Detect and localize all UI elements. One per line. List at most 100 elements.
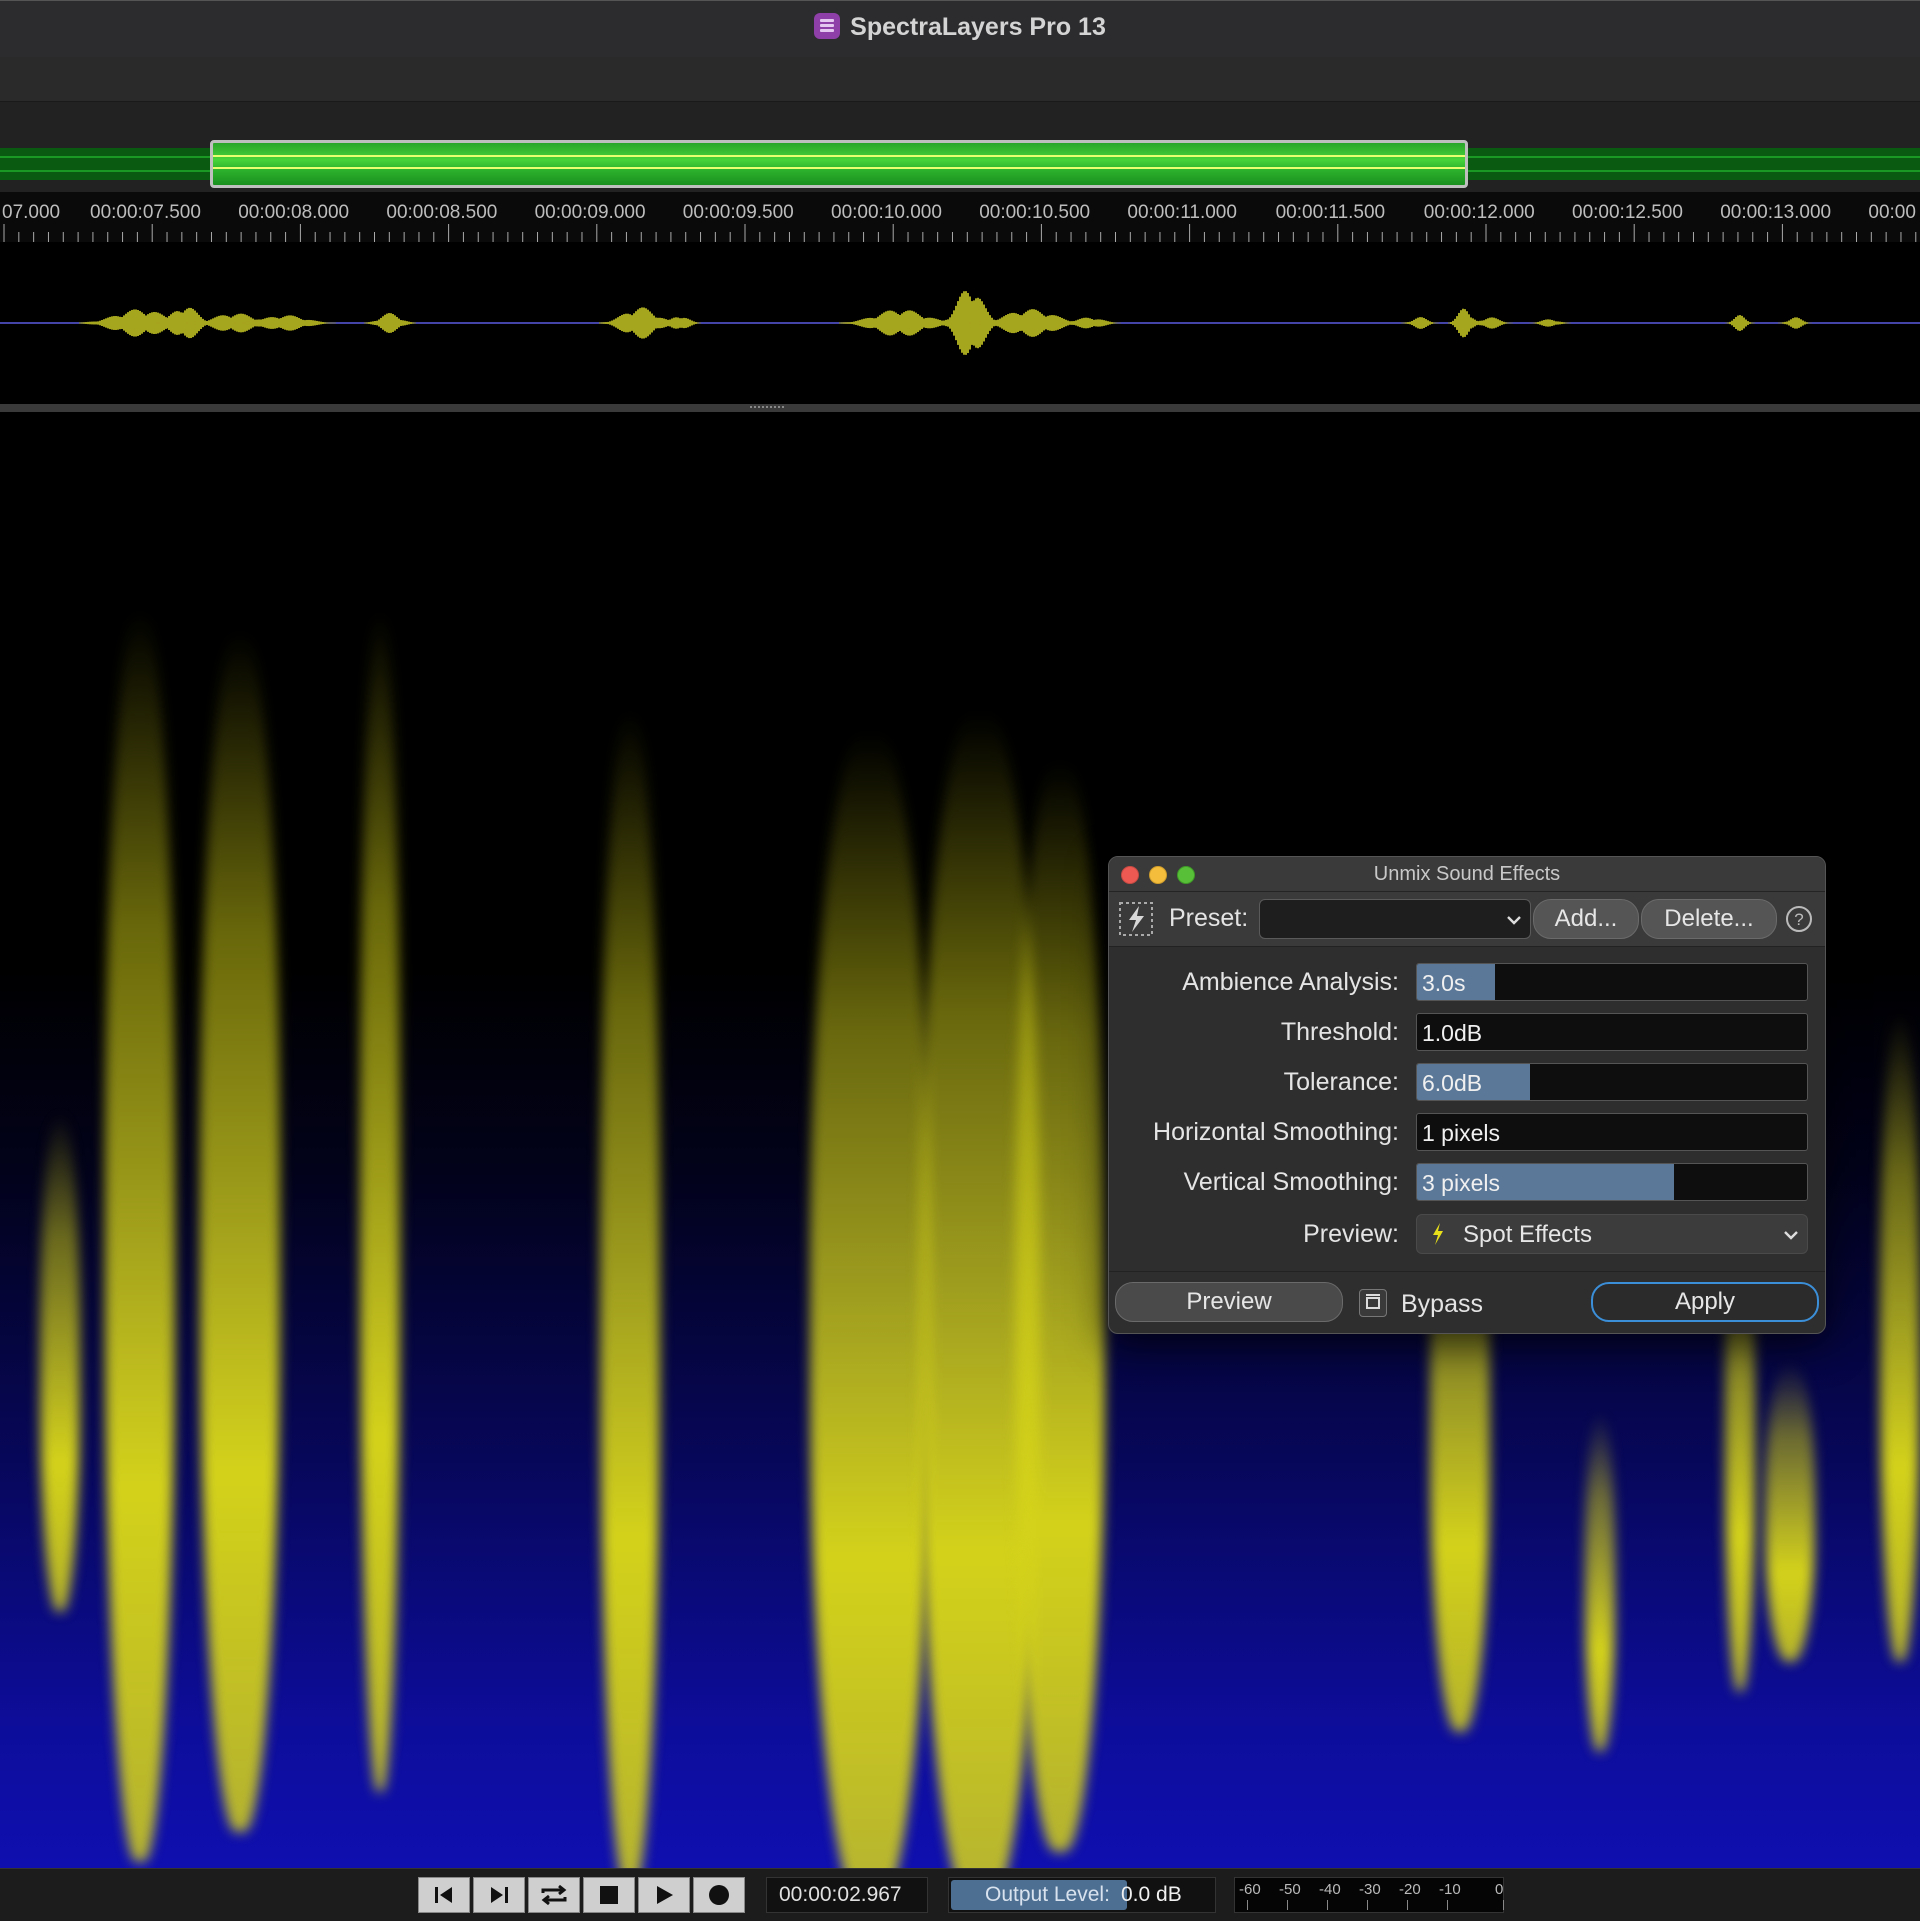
preview-mode-dropdown[interactable]: Spot Effects xyxy=(1416,1214,1808,1254)
tolerance-value: 6.0dB xyxy=(1422,1070,1483,1096)
ruler-label: 00:00:11.500 xyxy=(1275,202,1386,223)
meter-scale-label: -40 xyxy=(1319,1881,1341,1898)
delete-preset-button[interactable]: Delete... xyxy=(1641,899,1777,939)
spectrogram-energy xyxy=(1585,1412,1615,1752)
unmix-sound-effects-dialog: Unmix Sound Effects Preset: Add... Delet… xyxy=(1108,856,1826,1334)
ruler-label: 00:00:09.000 xyxy=(534,202,646,223)
ruler-label: 00:00 xyxy=(1868,202,1916,223)
sound-effects-tool-icon xyxy=(1119,902,1153,936)
meter-tick xyxy=(1407,1900,1408,1910)
ruler-label: 00:00:08.500 xyxy=(386,202,498,223)
title-bar: SpectraLayers Pro 13 xyxy=(0,0,1920,58)
meter-tick xyxy=(1247,1900,1248,1910)
spectrogram-energy xyxy=(40,1112,80,1612)
threshold-slider[interactable]: 1.0dB xyxy=(1416,1013,1808,1051)
preview-mode-value: Spot Effects xyxy=(1463,1221,1592,1248)
bypass-icon xyxy=(1366,1294,1380,1309)
preset-label: Preset: xyxy=(1169,904,1249,932)
threshold-value: 1.0dB xyxy=(1422,1020,1483,1046)
output-level-value: 0.0 dB xyxy=(1121,1883,1182,1906)
play-button[interactable] xyxy=(638,1877,690,1913)
output-level-label: Output Level: xyxy=(985,1883,1110,1906)
spectrogram-energy xyxy=(105,612,175,1862)
skip-to-end-button[interactable] xyxy=(473,1877,525,1913)
add-preset-button[interactable]: Add... xyxy=(1533,899,1639,939)
horizontal-smoothing-value: 1 pixels xyxy=(1422,1120,1500,1146)
skip-forward-icon xyxy=(491,1887,508,1903)
bypass-checkbox[interactable] xyxy=(1359,1289,1387,1317)
meter-scale-label: -50 xyxy=(1279,1881,1301,1898)
waveform xyxy=(0,291,1920,355)
ruler-label: 00:00:09.500 xyxy=(682,202,794,223)
spectrogram-energy xyxy=(360,612,400,1792)
record-icon xyxy=(709,1885,729,1905)
meter-tick xyxy=(1327,1900,1328,1910)
svg-text:?: ? xyxy=(1794,910,1803,929)
ruler-label: 00:00:10.500 xyxy=(979,202,1091,223)
close-window-button[interactable] xyxy=(1121,866,1139,884)
ambience-analysis-slider[interactable]: 3.0s xyxy=(1416,963,1808,1001)
ruler-label: 00:00:12.000 xyxy=(1423,202,1535,223)
play-icon xyxy=(657,1886,673,1904)
meter-scale-label: -30 xyxy=(1359,1881,1381,1898)
skip-to-start-button[interactable] xyxy=(418,1877,470,1913)
threshold-label: Threshold: xyxy=(1280,1018,1399,1046)
tolerance-label: Tolerance: xyxy=(1283,1068,1399,1096)
loop-button[interactable] xyxy=(528,1877,580,1913)
panel-splitter[interactable] xyxy=(0,404,1920,412)
toolbar xyxy=(0,57,1920,102)
stop-icon xyxy=(600,1886,618,1904)
waveform-view[interactable] xyxy=(0,242,1920,404)
window-title: SpectraLayers Pro 13 xyxy=(850,13,1106,41)
window-title-group: SpectraLayers Pro 13 xyxy=(0,13,1920,42)
vertical-smoothing-value: 3 pixels xyxy=(1422,1170,1500,1196)
preset-bar: Preset: Add... Delete... ? xyxy=(1109,892,1825,947)
record-button[interactable] xyxy=(693,1877,745,1913)
minimize-window-button[interactable] xyxy=(1149,866,1167,884)
preview-button[interactable]: Preview xyxy=(1115,1282,1343,1322)
ruler-label: 00:00:13.000 xyxy=(1720,202,1832,223)
ambience-analysis-label: Ambience Analysis: xyxy=(1182,968,1399,996)
vertical-smoothing-label: Vertical Smoothing: xyxy=(1183,1168,1399,1196)
apply-button[interactable]: Apply xyxy=(1591,1282,1819,1322)
overview-selection-handle[interactable] xyxy=(210,140,1468,188)
spectrogram-energy xyxy=(810,732,930,1868)
spectralayers-app-icon xyxy=(814,13,841,39)
ruler-label: 07.000 xyxy=(2,202,61,223)
spectrogram-energy xyxy=(200,632,280,1832)
meter-scale-label: 0 xyxy=(1495,1881,1504,1898)
bypass-label: Bypass xyxy=(1401,1290,1483,1318)
spectrogram-energy xyxy=(1015,762,1105,1852)
spectrogram-energy xyxy=(600,712,660,1868)
zoom-window-button[interactable] xyxy=(1177,866,1195,884)
meter-scale-label: -10 xyxy=(1439,1881,1461,1898)
ruler-label: 00:00:10.000 xyxy=(831,202,942,223)
dialog-title-bar[interactable]: Unmix Sound Effects xyxy=(1109,857,1825,892)
question-circle-icon[interactable]: ? xyxy=(1785,905,1813,933)
meter-tick xyxy=(1367,1900,1368,1910)
tolerance-slider[interactable]: 6.0dB xyxy=(1416,1063,1808,1101)
horizontal-smoothing-slider[interactable]: 1 pixels xyxy=(1416,1113,1808,1151)
meter-tick xyxy=(1447,1900,1448,1910)
chevron-down-icon xyxy=(1784,1231,1798,1240)
preset-dropdown[interactable] xyxy=(1259,899,1531,939)
ruler-label: 00:00:11.000 xyxy=(1127,202,1237,223)
level-meter: -60 -50 -40 -30 -20 -10 0 xyxy=(1234,1877,1504,1913)
time-display: 00:00:02.967 xyxy=(766,1877,928,1913)
spectrogram-energy xyxy=(1880,1012,1920,1662)
time-ruler[interactable]: 07.000 00:00:07.500 00:00:08.000 00:00:08.5… xyxy=(0,192,1920,242)
spectrogram-energy xyxy=(1765,1362,1815,1662)
lightning-icon xyxy=(1433,1223,1443,1245)
stop-button[interactable] xyxy=(583,1877,635,1913)
skip-back-icon xyxy=(435,1887,452,1903)
vertical-smoothing-slider[interactable]: 3 pixels xyxy=(1416,1163,1808,1201)
ruler-label: 00:00:08.000 xyxy=(238,202,350,223)
splitter-grip-icon xyxy=(750,406,784,411)
meter-tick xyxy=(1503,1900,1504,1910)
ruler-label: 00:00:12.500 xyxy=(1572,202,1683,223)
chevron-down-icon xyxy=(1507,916,1521,925)
output-level-control[interactable]: Output Level: 0.0 dB xyxy=(948,1877,1216,1913)
transport-bar: 00:00:02.967 Output Level: 0.0 dB -60 -50… xyxy=(0,1868,1920,1921)
ruler-label: 00:00:07.500 xyxy=(90,202,201,223)
meter-tick xyxy=(1287,1900,1288,1910)
